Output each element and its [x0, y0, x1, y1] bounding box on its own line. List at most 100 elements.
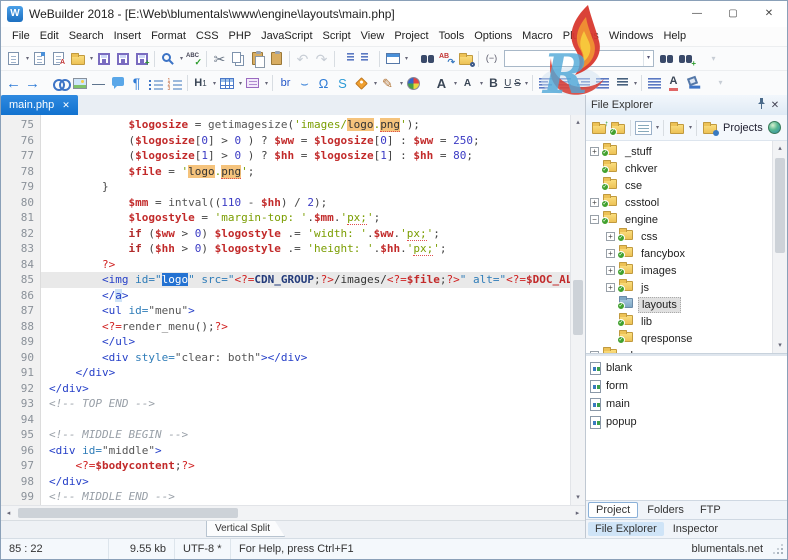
- code-line-82[interactable]: if ($ww > 0) $logostyle .= 'width: '.$ww…: [41, 226, 570, 242]
- code-line-84[interactable]: ?>: [41, 257, 570, 273]
- expand-icon[interactable]: +: [590, 147, 599, 156]
- file-item-popup[interactable]: popup: [586, 413, 787, 431]
- paragraph-format-button[interactable]: [645, 74, 664, 93]
- view-style-button[interactable]: ▾: [634, 118, 653, 137]
- tree-item-qresponse[interactable]: ✓qresponse: [586, 330, 772, 347]
- font-size-button[interactable]: A▾: [458, 74, 477, 93]
- insert-nbsp-button[interactable]: ⌣: [295, 74, 314, 93]
- cut-button[interactable]: ✂: [210, 49, 229, 68]
- increase-indent-button[interactable]: [338, 49, 357, 68]
- tree-scroll-thumb[interactable]: [775, 158, 785, 253]
- collapse-icon[interactable]: −: [590, 351, 599, 353]
- tree-item-cse[interactable]: ✓cse: [586, 177, 772, 194]
- menu-php[interactable]: PHP: [224, 27, 257, 46]
- menu-file[interactable]: File: [7, 27, 35, 46]
- code-line-83[interactable]: if ($hh > 0) $logostyle .= 'height: '.$h…: [41, 241, 570, 257]
- file-list[interactable]: blankformmainpopup: [586, 356, 787, 500]
- expand-icon[interactable]: +: [606, 266, 615, 275]
- menu-search[interactable]: Search: [64, 27, 109, 46]
- highlight-color-button[interactable]: [683, 74, 702, 93]
- list-style-button[interactable]: ▾: [612, 74, 631, 93]
- align-center-button[interactable]: [555, 74, 574, 93]
- menu-macro[interactable]: Macro: [517, 27, 558, 46]
- heading-button[interactable]: H1▾: [191, 74, 210, 93]
- new-web-document-button[interactable]: [30, 49, 49, 68]
- tree-item-fancybox[interactable]: +✓fancybox: [586, 245, 772, 262]
- code-line-90[interactable]: <div style="clear: both"></div>: [41, 350, 570, 366]
- vertical-scroll-thumb[interactable]: [573, 280, 583, 335]
- expand-icon[interactable]: +: [606, 283, 615, 292]
- file-item-main[interactable]: main: [586, 395, 787, 413]
- vertical-split-tab[interactable]: Vertical Split: [206, 521, 285, 537]
- code-snippet-button[interactable]: (−): [482, 49, 501, 68]
- file-item-blank[interactable]: blank: [586, 359, 787, 377]
- resize-grip[interactable]: [771, 542, 785, 556]
- code-line-86[interactable]: </a>: [41, 288, 570, 304]
- code-line-76[interactable]: ($logosize[0] > 0 ) ? $ww = $logosize[0]…: [41, 133, 570, 149]
- maximize-button[interactable]: ▢: [715, 1, 751, 27]
- file-item-form[interactable]: form: [586, 377, 787, 395]
- editor-vertical-scrollbar[interactable]: ▴ ▾: [570, 115, 585, 505]
- tree-item-css[interactable]: +✓css: [586, 228, 772, 245]
- code-line-79[interactable]: }: [41, 179, 570, 195]
- undo-button[interactable]: ↶: [293, 49, 312, 68]
- open-file-button[interactable]: ▾: [68, 49, 87, 68]
- code-line-93[interactable]: <!-- TOP END -->: [41, 396, 570, 412]
- align-left-button[interactable]: [536, 74, 555, 93]
- tree-scroll-down-icon[interactable]: ▾: [773, 338, 787, 353]
- clipboard-history-button[interactable]: [267, 49, 286, 68]
- menu-plugins[interactable]: Plugins: [558, 27, 604, 46]
- decrease-indent-button[interactable]: [357, 49, 376, 68]
- menu-view[interactable]: View: [356, 27, 390, 46]
- insert-form-button[interactable]: ▾: [243, 74, 262, 93]
- toolbar1-overflow-button[interactable]: ▾: [704, 49, 723, 68]
- navigate-back-button[interactable]: ←: [4, 74, 23, 93]
- align-justify-button[interactable]: [593, 74, 612, 93]
- tree-item-engine[interactable]: −✓engine: [586, 211, 772, 228]
- pin-icon[interactable]: [754, 98, 768, 112]
- quick-search-combo[interactable]: ▾: [504, 50, 654, 67]
- code-line-87[interactable]: <ul id="menu">: [41, 303, 570, 319]
- refresh-folder-button[interactable]: ✓: [608, 118, 627, 137]
- format-painter-button[interactable]: ✎▾: [378, 74, 397, 93]
- bold-button[interactable]: B: [484, 74, 503, 93]
- tree-item-_stuff[interactable]: +✓_stuff: [586, 143, 772, 160]
- minimize-button[interactable]: —: [679, 1, 715, 27]
- color-picker-button[interactable]: [404, 74, 423, 93]
- expand-icon[interactable]: +: [590, 198, 599, 207]
- scroll-down-arrow-icon[interactable]: ▾: [571, 490, 585, 505]
- insert-link-button[interactable]: [51, 74, 70, 93]
- scroll-right-arrow-icon[interactable]: ▸: [570, 506, 585, 520]
- panel-close-icon[interactable]: ✕: [768, 100, 782, 111]
- find-in-folder-button[interactable]: [456, 49, 475, 68]
- menu-project[interactable]: Project: [389, 27, 433, 46]
- insert-tag-button[interactable]: ▾: [352, 74, 371, 93]
- insert-horizontal-rule-button[interactable]: —: [89, 74, 108, 93]
- projects-button[interactable]: [700, 118, 719, 137]
- find-next-button[interactable]: [657, 49, 676, 68]
- tree-vertical-scrollbar[interactable]: ▴ ▾: [772, 141, 787, 353]
- parent-folder-button[interactable]: ↑: [589, 118, 608, 137]
- align-right-button[interactable]: [574, 74, 593, 93]
- scroll-left-arrow-icon[interactable]: ◂: [1, 506, 16, 520]
- insert-paragraph-button[interactable]: ¶: [127, 74, 146, 93]
- combo-caret-icon[interactable]: ▾: [643, 51, 653, 66]
- code-line-75[interactable]: $logosize = getimagesize('images/logo.pn…: [41, 117, 570, 133]
- insert-image-button[interactable]: [70, 74, 89, 93]
- copy-button[interactable]: [229, 49, 248, 68]
- tree-item-layouts[interactable]: ✓layouts: [586, 296, 772, 313]
- expand-icon[interactable]: +: [606, 249, 615, 258]
- vertical-scroll-track[interactable]: [571, 130, 585, 490]
- code-lines[interactable]: $logosize = getimagesize('images/logo.pn…: [41, 115, 570, 505]
- find-button[interactable]: ▾: [158, 49, 177, 68]
- menu-script[interactable]: Script: [318, 27, 356, 46]
- horizontal-scroll-track[interactable]: [16, 506, 570, 520]
- code-line-94[interactable]: [41, 412, 570, 428]
- tree-item-chkver[interactable]: ✓chkver: [586, 160, 772, 177]
- menu-format[interactable]: Format: [146, 27, 191, 46]
- code-line-98[interactable]: </div>: [41, 474, 570, 490]
- insert-table-button[interactable]: ▾: [217, 74, 236, 93]
- favorites-button[interactable]: ▾: [667, 118, 686, 137]
- menu-options[interactable]: Options: [469, 27, 517, 46]
- code-line-89[interactable]: </ul>: [41, 334, 570, 350]
